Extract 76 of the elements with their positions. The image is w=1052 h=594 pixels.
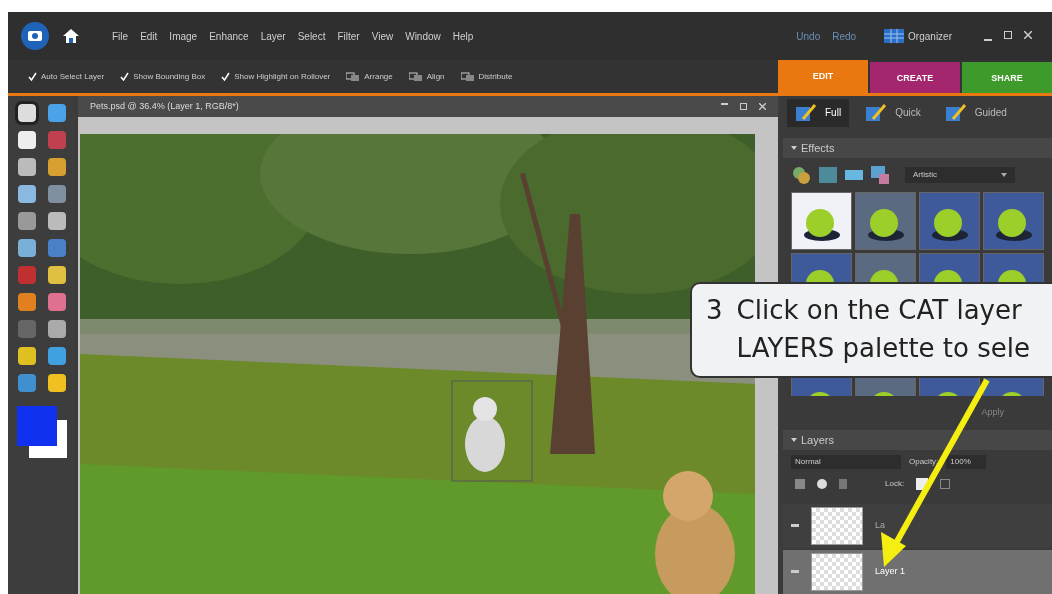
toolbar-menu-button[interactable]: Arrange	[346, 70, 393, 83]
arrange-icon	[408, 71, 423, 82]
effect-thumbnail[interactable]	[983, 191, 1044, 250]
effect-thumbnail[interactable]	[919, 191, 980, 250]
menu-item[interactable]: Edit	[140, 28, 158, 44]
step-number: 3	[706, 294, 723, 327]
visibility-icon[interactable]	[791, 524, 799, 528]
menu-item[interactable]: View	[371, 28, 394, 44]
toolbar-menu-button[interactable]: Align	[408, 70, 445, 83]
pencil-icon	[865, 102, 888, 123]
layer-row[interactable]: Layer 1	[783, 550, 1052, 594]
layers-header[interactable]: Layers	[783, 430, 1052, 451]
close-icon[interactable]	[1024, 31, 1032, 39]
collapse-triangle-icon[interactable]	[791, 144, 797, 151]
layer-row[interactable]: La	[783, 504, 1052, 548]
blend-mode-dropdown[interactable]: Normal	[791, 455, 901, 470]
layer-name: La	[875, 519, 885, 533]
checkbox[interactable]	[221, 72, 231, 81]
mode-tab[interactable]: SHARE	[962, 62, 1052, 95]
callout-text: LAYERS palette to sele	[736, 332, 1030, 365]
toolbar-menu-button[interactable]: Distribute	[460, 70, 513, 83]
visibility-icon[interactable]	[791, 570, 799, 574]
tool-icon[interactable]	[47, 212, 66, 230]
opacity-field[interactable]: 100%	[946, 455, 987, 470]
menu-item[interactable]: Help	[452, 28, 474, 44]
opacity-label: Opacity:	[909, 456, 939, 469]
arrange-icon	[346, 71, 361, 82]
caret-icon	[1001, 172, 1007, 177]
checkbox[interactable]	[120, 72, 130, 81]
layer-thumbnail	[811, 553, 863, 591]
camera-logo-icon[interactable]	[20, 21, 50, 51]
tool-icon[interactable]	[17, 131, 36, 149]
tool-icon[interactable]	[17, 104, 36, 122]
redo-button[interactable]: Redo	[832, 28, 857, 44]
effect-thumbnail[interactable]	[791, 191, 852, 250]
home-icon[interactable]	[62, 27, 80, 45]
checkbox-label: Auto Select Layer	[41, 70, 105, 83]
menu-item[interactable]: Layer	[260, 28, 286, 44]
category-dropdown[interactable]: Artistic	[905, 166, 1015, 183]
menu-item[interactable]: Window	[405, 28, 441, 44]
checkbox-label: Show Bounding Box	[133, 70, 206, 83]
foreground-color-swatch[interactable]	[16, 406, 57, 446]
menu-item[interactable]: Select	[297, 28, 326, 44]
mode-tab[interactable]: CREATE	[870, 62, 960, 95]
tool-icon[interactable]	[17, 158, 36, 176]
collapse-triangle-icon[interactable]	[791, 437, 797, 444]
tool-icon[interactable]	[17, 185, 36, 203]
pencil-icon	[944, 102, 967, 123]
document-title: Pets.psd @ 36.4% (Layer 1, RGB/8*)	[90, 99, 239, 113]
menu-item[interactable]: Image	[169, 28, 198, 44]
pencil-icon	[795, 102, 817, 123]
arrange-icon	[460, 71, 475, 82]
layer-name: Layer 1	[875, 565, 906, 579]
organizer-button[interactable]: Organizer	[908, 28, 952, 44]
tool-icon[interactable]	[47, 266, 66, 284]
layer-thumbnail	[811, 507, 863, 545]
edit-mode-tab[interactable]: Quick	[857, 98, 929, 127]
edit-mode-tab[interactable]: Guided	[936, 98, 1015, 127]
effect-thumbnail[interactable]	[855, 191, 916, 250]
effects-header[interactable]: Effects	[783, 137, 1052, 158]
close-icon[interactable]	[759, 103, 766, 110]
callout-text: Click on the CAT layer	[736, 294, 1023, 327]
maximize-icon[interactable]	[1004, 31, 1012, 39]
menu-item[interactable]: Enhance	[209, 28, 249, 44]
edit-mode-tab[interactable]: Full	[787, 98, 850, 127]
menu-item[interactable]: File	[112, 28, 129, 44]
maximize-icon[interactable]	[740, 103, 747, 110]
checkbox[interactable]	[28, 72, 37, 81]
tool-icon[interactable]	[47, 374, 66, 392]
lock-label: Lock:	[885, 478, 905, 491]
checkbox-label: Show Highlight on Rollover	[234, 70, 331, 83]
undo-button[interactable]: Undo	[796, 28, 821, 44]
menu-item[interactable]: Filter	[337, 28, 360, 44]
background-color-swatch[interactable]	[28, 420, 67, 458]
grid-icon	[884, 29, 905, 43]
tool-icon[interactable]	[17, 347, 36, 365]
